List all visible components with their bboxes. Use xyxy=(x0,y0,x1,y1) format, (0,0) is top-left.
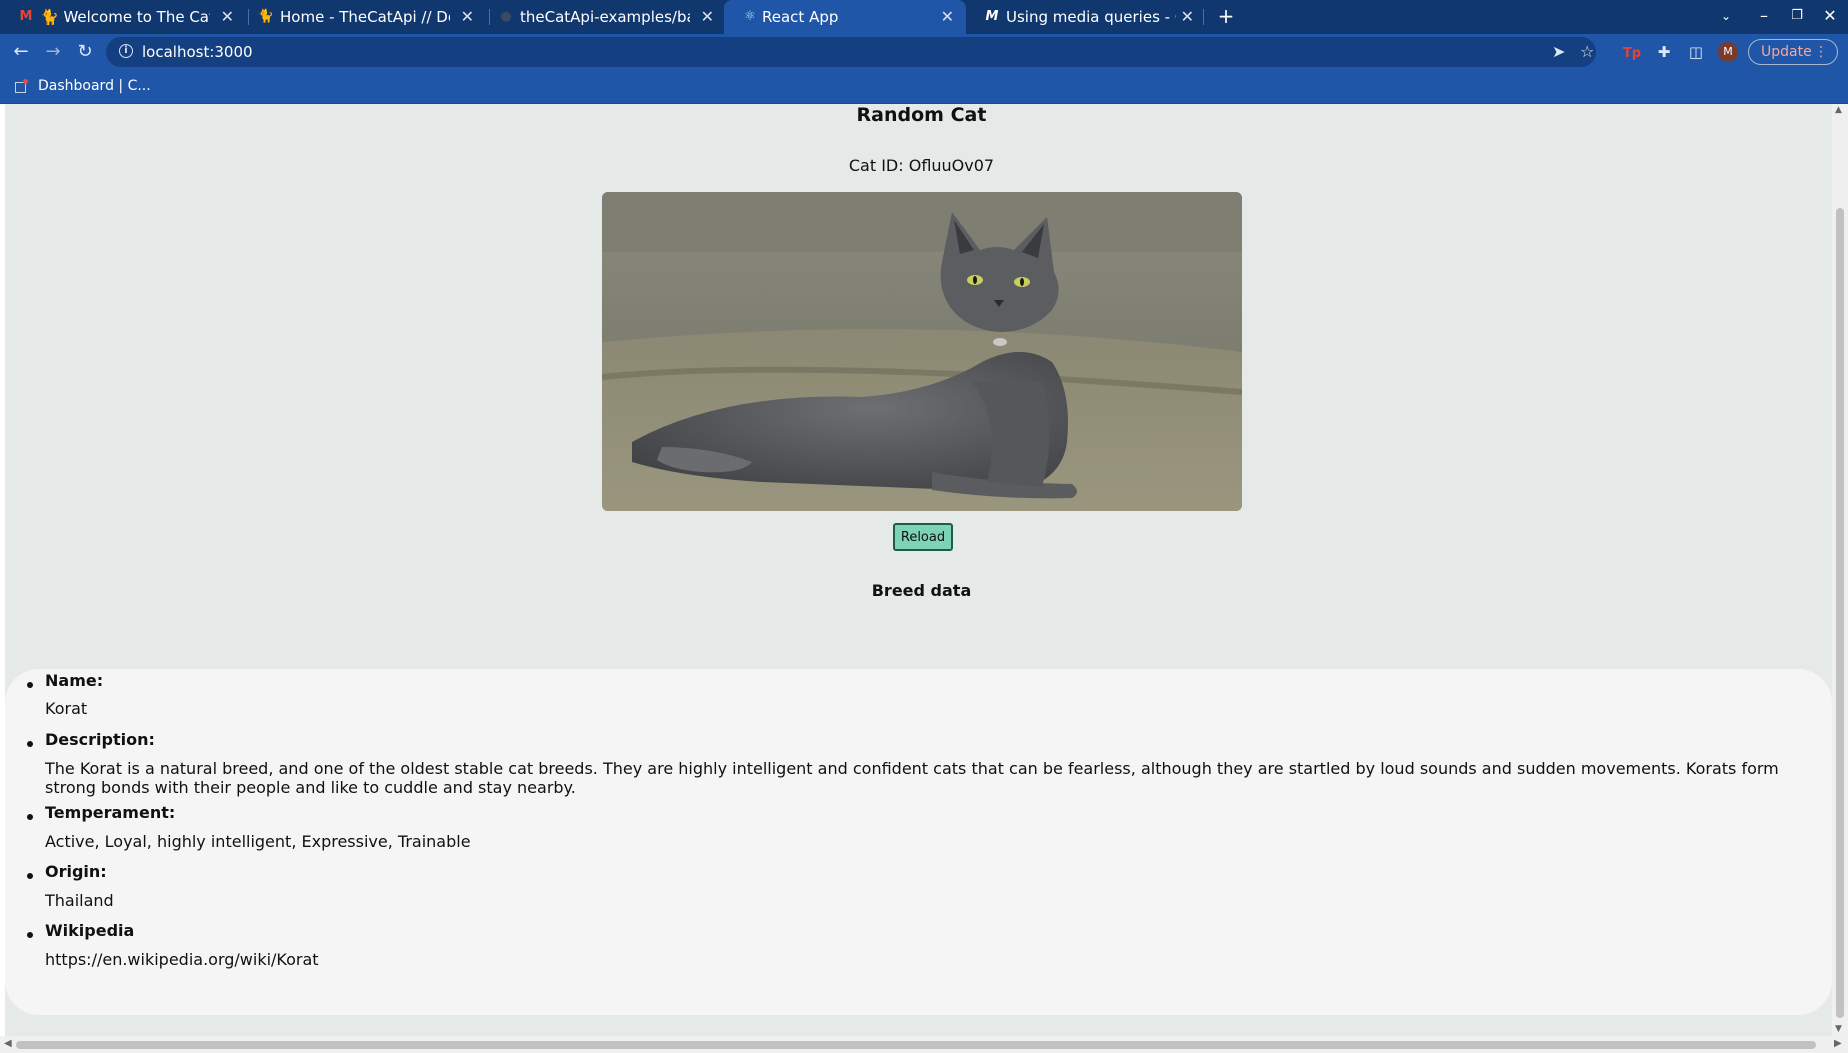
back-arrow-icon[interactable]: ← xyxy=(10,41,32,63)
close-tab-icon[interactable]: ✕ xyxy=(221,7,234,26)
close-window-button[interactable]: ✕ xyxy=(1818,6,1842,25)
react-icon: ⚛ xyxy=(744,8,756,24)
send-icon[interactable]: ➤ xyxy=(1552,42,1565,61)
breed-origin-label: Origin: xyxy=(45,862,107,881)
horizontal-scrollbar[interactable]: ◀ ▶ xyxy=(0,1036,1848,1053)
cat-image xyxy=(602,192,1242,511)
breed-temperament-value: Active, Loyal, highly intelligent, Expre… xyxy=(45,832,471,851)
bookmarks-bar: Dashboard | C... xyxy=(0,70,1848,104)
dashboard-icon xyxy=(14,78,30,94)
breed-wikipedia-label: Wikipedia xyxy=(45,921,135,940)
breed-origin-value: Thailand xyxy=(45,891,114,910)
gmail-icon: M xyxy=(19,8,33,24)
vertical-scroll-thumb[interactable] xyxy=(1836,208,1844,1018)
scroll-up-arrow-icon[interactable]: ▲ xyxy=(1835,105,1842,115)
page-title: Random Cat xyxy=(856,104,987,126)
breed-data-heading: Breed data xyxy=(871,581,972,600)
vertical-scrollbar[interactable]: ▲ ▼ xyxy=(1832,104,1848,1036)
scroll-down-arrow-icon[interactable]: ▼ xyxy=(1835,1024,1842,1034)
github-icon: ● xyxy=(500,8,512,24)
tab-title: React App xyxy=(762,8,839,26)
breed-data-list: Name: Korat Description: The Korat is a … xyxy=(5,669,1832,1015)
reload-page-icon[interactable]: ↻ xyxy=(74,41,96,63)
site-info-icon[interactable]: i xyxy=(119,44,133,58)
tab-title: 🐈 Welcome to The Cat API xyxy=(40,8,210,26)
close-tab-icon[interactable]: ✕ xyxy=(941,7,954,26)
tab-welcome-cat-api[interactable]: M 🐈 Welcome to The Cat API ✕ xyxy=(0,0,246,34)
minimize-button[interactable]: – xyxy=(1752,6,1776,25)
breed-temperament-label: Temperament: xyxy=(45,803,176,822)
close-tab-icon[interactable]: ✕ xyxy=(461,7,474,26)
breed-wikipedia-value[interactable]: https://en.wikipedia.org/wiki/Korat xyxy=(45,950,1825,969)
close-tab-icon[interactable]: ✕ xyxy=(1181,7,1194,26)
cat-logo-icon: 🐈 xyxy=(257,8,275,24)
breed-name-label: Name: xyxy=(45,671,104,690)
list-bullet xyxy=(27,682,33,688)
side-panel-icon[interactable]: ◫ xyxy=(1686,42,1706,62)
extension-tp-icon[interactable]: Tp xyxy=(1622,42,1642,62)
bookmark-dashboard[interactable]: Dashboard | C... xyxy=(14,78,151,94)
url-text: localhost:3000 xyxy=(142,43,253,61)
page-viewport: Random Cat Cat ID: OfluuOv07 Reload Bree… xyxy=(0,104,1848,1053)
breed-name-value: Korat xyxy=(45,699,88,718)
update-button[interactable]: Update ⋮ xyxy=(1748,39,1838,65)
tab-strip: M 🐈 Welcome to The Cat API ✕ 🐈 Home - Th… xyxy=(0,0,1848,34)
forward-arrow-icon[interactable]: → xyxy=(42,41,64,63)
tab-title: theCatApi-examples/basic xyxy=(520,8,690,26)
tab-mdn-media-queries[interactable]: M Using media queries - CSS ✕ xyxy=(966,0,1206,34)
tab-thecatapi-developers[interactable]: 🐈 Home - TheCatApi // Developers ✕ xyxy=(240,0,486,34)
list-bullet xyxy=(27,814,33,820)
profile-avatar[interactable]: M xyxy=(1718,42,1738,62)
list-bullet xyxy=(27,932,33,938)
restore-button[interactable]: ❐ xyxy=(1785,8,1809,23)
reload-button[interactable]: Reload xyxy=(893,523,953,551)
horizontal-scroll-thumb[interactable] xyxy=(16,1041,1816,1049)
tab-github-examples[interactable]: ● theCatApi-examples/basic ✕ xyxy=(480,0,726,34)
breed-description-label: Description: xyxy=(45,730,155,749)
update-label: Update xyxy=(1761,44,1812,60)
address-bar[interactable]: i localhost:3000 ➤ ☆ xyxy=(106,37,1596,67)
browser-toolbar: ← → ↻ i localhost:3000 ➤ ☆ Tp ✚ ◫ M Upda… xyxy=(0,34,1848,70)
scroll-left-arrow-icon[interactable]: ◀ xyxy=(4,1038,12,1049)
scroll-right-arrow-icon[interactable]: ▶ xyxy=(1834,1038,1842,1049)
app-container: Random Cat Cat ID: OfluuOv07 Reload Bree… xyxy=(5,104,1832,1036)
close-tab-icon[interactable]: ✕ xyxy=(701,7,714,26)
tab-title: Home - TheCatApi // Developers xyxy=(280,8,450,26)
more-menu-icon: ⋮ xyxy=(1814,44,1828,60)
tab-title: Using media queries - CSS xyxy=(1006,8,1176,26)
list-bullet xyxy=(27,873,33,879)
new-tab-button[interactable]: + xyxy=(1214,4,1238,28)
extensions-puzzle-icon[interactable]: ✚ xyxy=(1654,42,1674,62)
list-bullet xyxy=(27,741,33,747)
bookmark-label: Dashboard | C... xyxy=(38,78,151,94)
breed-description-value: The Korat is a natural breed, and one of… xyxy=(45,759,1779,797)
cat-id-text: Cat ID: OfluuOv07 xyxy=(848,156,995,175)
bookmark-star-icon[interactable]: ☆ xyxy=(1580,42,1594,61)
tab-react-app[interactable]: ⚛ React App ✕ xyxy=(724,0,966,34)
mdn-icon: M xyxy=(985,8,999,24)
tab-search-chevron-icon[interactable]: ⌄ xyxy=(1714,9,1738,23)
